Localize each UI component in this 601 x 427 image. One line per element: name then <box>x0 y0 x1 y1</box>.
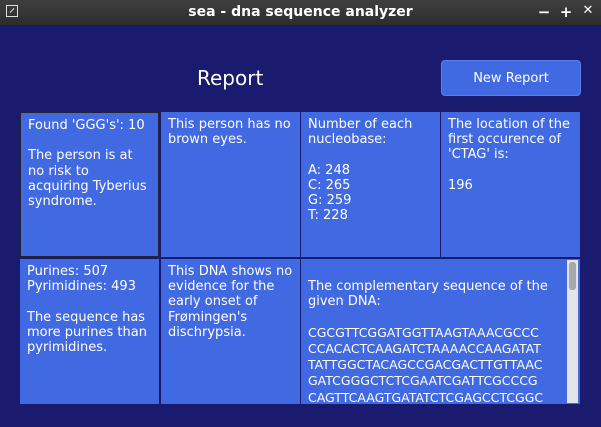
complementary-sequence-label: The complementary sequence of the given … <box>308 279 548 310</box>
page-title: Report <box>197 66 264 90</box>
maximize-button[interactable]: + <box>559 3 573 21</box>
nucleobase-count-cell: Number of each nucleobase: A: 248 C: 265… <box>301 112 440 257</box>
complementary-sequence-text: CGCGTTCGGATGGTTAAGTAAACGCCC CCACACTCAAGA… <box>308 324 544 404</box>
minimize-button[interactable]: − <box>537 3 551 21</box>
complementary-sequence-cell[interactable]: The complementary sequence of the given … <box>301 259 580 404</box>
purine-pyrimidine-cell: Purines: 507 Pyrimidines: 493 The sequen… <box>20 259 159 404</box>
new-report-button[interactable]: New Report <box>441 60 581 96</box>
window-title: sea - dna sequence analyzer <box>188 4 413 20</box>
ggg-result-cell: Found 'GGG's': 10 The person is at no ri… <box>20 112 159 257</box>
eye-color-cell: This person has no brown eyes. <box>161 112 300 257</box>
title-bar: sea - dna sequence analyzer − + ✕ <box>0 0 601 25</box>
scrollbar-thumb[interactable] <box>569 262 576 290</box>
close-button[interactable]: ✕ <box>581 3 595 18</box>
dischrypsia-cell: This DNA shows no evidence for the early… <box>161 259 300 404</box>
ctag-location-cell: The location of the first occurence of '… <box>441 112 580 257</box>
report-panel: Report New Report Found 'GGG's': 10 The … <box>2 25 599 425</box>
sequence-scrollbar[interactable] <box>567 260 578 403</box>
